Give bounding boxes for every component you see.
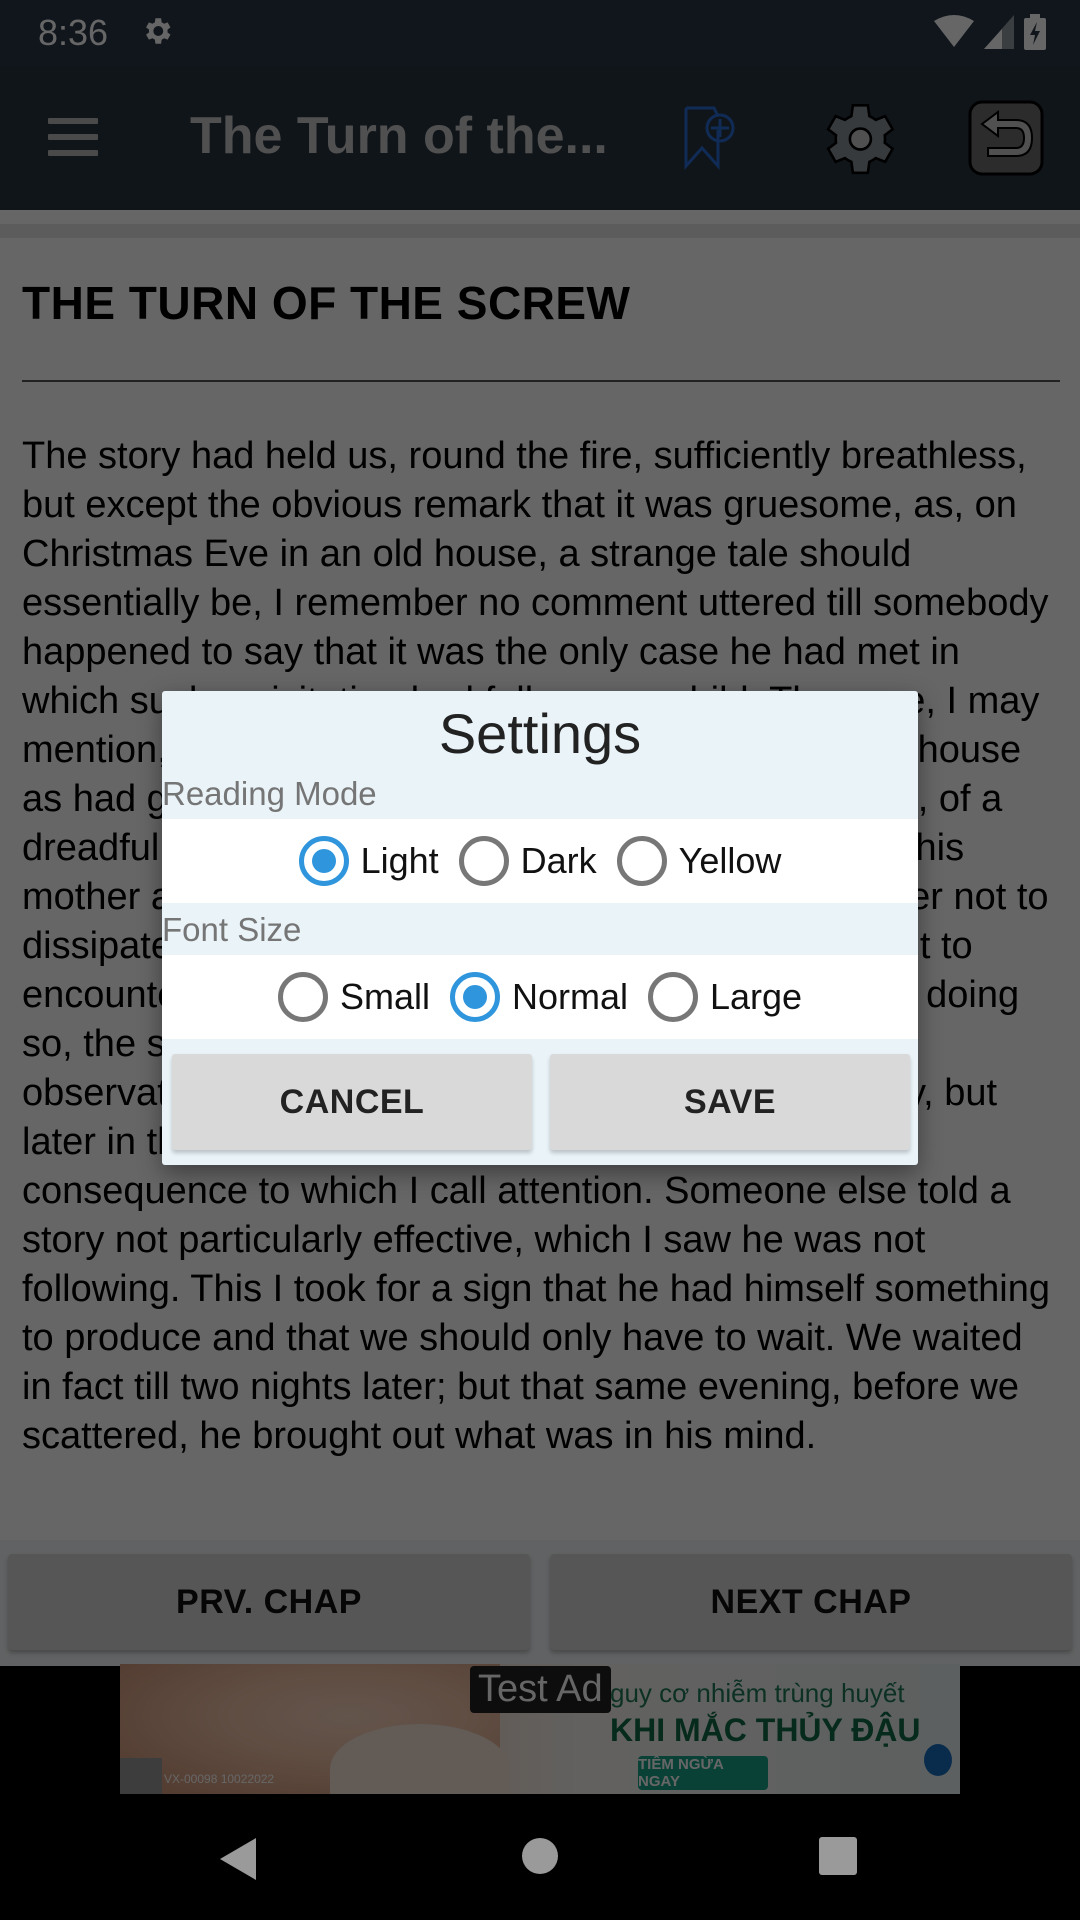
reading-mode-group: Light Dark Yellow: [162, 819, 918, 903]
radio-label: Large: [709, 976, 803, 1017]
home-circle-icon[interactable]: [520, 1836, 560, 1876]
save-button[interactable]: SAVE: [550, 1054, 910, 1150]
font-size-normal-radio[interactable]: Normal: [449, 972, 628, 1022]
radio-unchecked-icon: [277, 972, 328, 1022]
radio-unchecked-icon: [616, 836, 667, 886]
font-size-large-radio[interactable]: Large: [647, 972, 803, 1022]
back-triangle-icon[interactable]: [218, 1836, 258, 1882]
cancel-button[interactable]: CANCEL: [172, 1054, 532, 1150]
reading-mode-light-radio[interactable]: Light: [298, 836, 439, 886]
font-size-small-radio[interactable]: Small: [277, 972, 430, 1022]
recents-square-icon[interactable]: [818, 1836, 858, 1876]
dialog-title: Settings: [438, 702, 642, 765]
font-size-label: Font Size: [162, 911, 302, 948]
reading-mode-label: Reading Mode: [162, 775, 377, 812]
radio-unchecked-icon: [458, 836, 509, 886]
radio-unchecked-icon: [647, 972, 698, 1022]
reading-mode-dark-radio[interactable]: Dark: [458, 836, 597, 886]
radio-label: Small: [339, 976, 430, 1017]
reading-mode-yellow-radio[interactable]: Yellow: [616, 836, 782, 886]
radio-checked-icon: [298, 836, 349, 886]
radio-label: Light: [360, 840, 439, 881]
radio-label: Dark: [520, 840, 597, 881]
font-size-group: Small Normal Large: [162, 955, 918, 1039]
radio-label: Yellow: [678, 840, 782, 881]
settings-dialog: Settings Reading Mode Light Dark Yellow …: [162, 691, 918, 1165]
radio-label: Normal: [511, 976, 628, 1017]
system-nav-bar: [0, 1794, 1080, 1920]
radio-checked-icon: [449, 972, 500, 1022]
